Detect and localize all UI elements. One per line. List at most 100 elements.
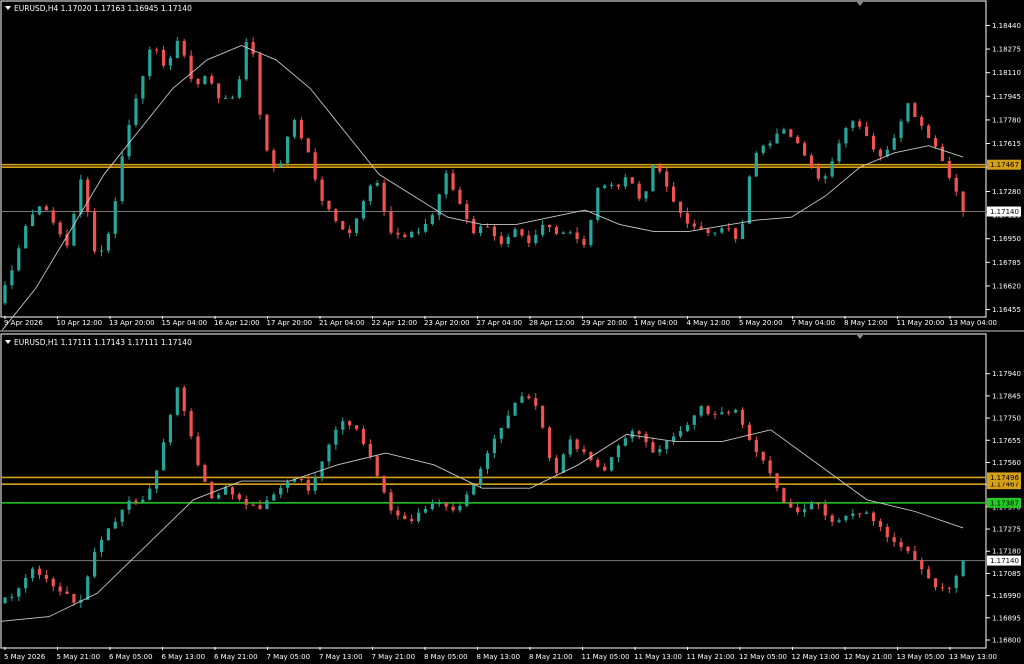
- candle: [561, 452, 565, 474]
- time-tick-label: 23 Apr 20:00: [424, 319, 470, 327]
- candle: [210, 481, 214, 500]
- time-tick-label: 11 May 21:00: [687, 653, 735, 661]
- time-tick-label: 6 May 21:00: [214, 653, 258, 661]
- price-tick-label: 1.16620: [992, 282, 1021, 290]
- candle: [609, 457, 614, 472]
- candle: [927, 123, 931, 139]
- candle: [106, 527, 110, 542]
- candle: [375, 454, 379, 477]
- time-tick-label: 29 Apr 20:00: [582, 319, 628, 327]
- time-tick-label: 12 May 05:00: [739, 653, 787, 661]
- current-price-label: 1.17140: [990, 208, 1019, 216]
- time-tick-label: 8 May 13:00: [477, 653, 521, 661]
- candle: [747, 175, 752, 225]
- candle: [513, 402, 517, 416]
- time-tick-label: 12 May 21:00: [844, 653, 892, 661]
- price-tick-label: 1.17750: [992, 415, 1021, 423]
- price-tick-label: 1.17275: [992, 526, 1021, 534]
- candle: [554, 455, 559, 476]
- candle: [258, 51, 262, 120]
- time-tick-label: 5 May 20:00: [739, 319, 783, 327]
- candle: [547, 426, 552, 462]
- candle: [189, 408, 193, 440]
- candle: [86, 575, 90, 601]
- time-tick-label: 11 May 13:00: [634, 653, 682, 661]
- price-tick-label: 1.17560: [992, 459, 1021, 467]
- h4-chart-panel[interactable]: 1.18440 1.18275 1.18110 1.17945 1.17780 1.176…: [0, 0, 1021, 332]
- time-tick-label: 21 Apr 04:00: [319, 319, 365, 327]
- candle: [175, 386, 179, 417]
- candle: [341, 220, 345, 231]
- current-price-label: 1.17140: [990, 557, 1019, 565]
- candle: [334, 208, 338, 224]
- time-tick-label: 10 Apr 12:00: [57, 319, 103, 327]
- price-tick-label: 1.16455: [992, 306, 1021, 314]
- candle: [72, 211, 76, 247]
- time-tick-label: 28 Apr 12:00: [529, 319, 575, 327]
- candle: [86, 176, 90, 217]
- candle: [802, 141, 807, 157]
- price-tick-label: 1.18275: [992, 46, 1021, 54]
- time-tick-label: 12 May 13:00: [792, 653, 840, 661]
- candle: [913, 101, 917, 118]
- time-tick-label: 9 Apr 2026: [4, 319, 43, 327]
- candle: [286, 135, 290, 166]
- candle: [127, 119, 131, 160]
- candle: [299, 117, 303, 141]
- time-tick-label: 8 May 21:00: [529, 653, 573, 661]
- candle: [292, 118, 297, 139]
- time-tick-label: 15 Apr 04:00: [162, 319, 208, 327]
- time-tick-label: 13 May 04:00: [949, 319, 997, 327]
- candle: [134, 94, 138, 128]
- time-tick-label: 8 May 12:00: [844, 319, 888, 327]
- candle: [203, 463, 207, 483]
- candle: [596, 186, 600, 223]
- time-tick-label: 1 May 04:00: [634, 319, 678, 327]
- panel-separator[interactable]: [0, 330, 1024, 332]
- price-tick-label: 1.16950: [992, 235, 1021, 243]
- candle: [382, 179, 386, 217]
- candle: [313, 148, 317, 182]
- price-tick-label: 1.17780: [992, 116, 1021, 124]
- candle: [196, 432, 200, 467]
- time-tick-label: 22 Apr 12:00: [372, 319, 418, 327]
- time-tick-label: 7 May 21:00: [372, 653, 416, 661]
- price-tick-label: 1.17845: [992, 392, 1021, 400]
- time-tick-label: 13 May 05:00: [897, 653, 945, 661]
- candle: [630, 176, 634, 184]
- candle: [120, 151, 124, 205]
- time-tick-label: 7 May 04:00: [792, 319, 836, 327]
- price-tick-label: 1.18110: [992, 69, 1021, 77]
- time-tick-label: 7 May 05:00: [267, 653, 311, 661]
- time-tick-label: 27 Apr 04:00: [477, 319, 523, 327]
- price-tick-label: 1.16785: [992, 259, 1021, 267]
- candle: [754, 151, 758, 177]
- candle: [148, 46, 152, 80]
- candle: [637, 180, 641, 202]
- candle: [789, 128, 793, 138]
- candle: [961, 560, 965, 578]
- candle: [265, 113, 269, 153]
- candle: [541, 405, 545, 430]
- candle: [24, 224, 28, 249]
- candle: [747, 421, 752, 441]
- level-price-label: 1.17387: [990, 499, 1019, 507]
- h1-chart-panel[interactable]: 1.17940 1.17845 1.17750 1.17655 1.17560 1.174…: [0, 333, 1021, 661]
- candle: [589, 219, 593, 248]
- price-tick-label: 1.17945: [992, 93, 1021, 101]
- level-price-label: 1.17467: [990, 161, 1019, 169]
- candle: [782, 487, 786, 504]
- time-tick-label: 4 May 12:00: [687, 319, 731, 327]
- h1-chart-title: EURUSD,H1 1.17111 1.17143 1.17111 1.1714…: [14, 338, 192, 347]
- time-tick-label: 6 May 05:00: [109, 653, 153, 661]
- candle: [809, 153, 814, 170]
- time-tick-label: 16 Apr 12:00: [214, 319, 260, 327]
- time-tick-label: 13 Apr 20:00: [109, 319, 155, 327]
- candle: [113, 197, 117, 239]
- time-tick-label: 8 May 05:00: [424, 653, 468, 661]
- price-tick-label: 1.16895: [992, 614, 1021, 622]
- candle: [479, 466, 483, 488]
- candle: [93, 208, 97, 255]
- candle: [361, 199, 366, 221]
- candle: [306, 138, 310, 153]
